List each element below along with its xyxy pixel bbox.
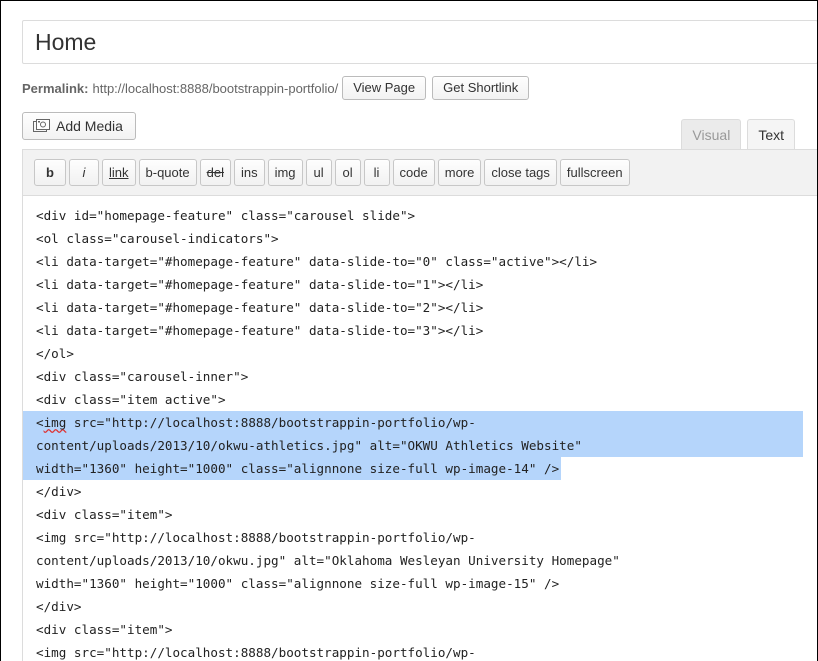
- qt-link-button[interactable]: link: [102, 159, 136, 186]
- content-textarea[interactable]: <div id="homepage-feature" class="carous…: [23, 196, 817, 661]
- code-line: <div class="item">: [36, 622, 173, 637]
- permalink-url[interactable]: http://localhost:8888/bootstrappin-portf…: [92, 81, 338, 96]
- code-line: <li data-target="#homepage-feature" data…: [36, 254, 598, 269]
- add-media-label: Add Media: [56, 118, 123, 134]
- code-line: <div class="carousel-inner">: [36, 369, 249, 384]
- media-camera-icon: [33, 115, 50, 132]
- code-line: <div id="homepage-feature" class="carous…: [36, 208, 416, 223]
- code-line-selected: content/uploads/2013/10/okwu-athletics.j…: [23, 434, 803, 457]
- code-line: <li data-target="#homepage-feature" data…: [36, 323, 484, 338]
- code-line: </ol>: [36, 346, 74, 361]
- permalink-label: Permalink:: [22, 80, 89, 96]
- qt-ol-button[interactable]: ol: [334, 159, 361, 186]
- qt-img-button[interactable]: img: [267, 159, 303, 186]
- tab-visual[interactable]: Visual: [681, 119, 742, 150]
- code-line: <img src="http://localhost:8888/bootstra…: [36, 530, 476, 545]
- qt-more-button[interactable]: more: [437, 159, 482, 186]
- code-line: <li data-target="#homepage-feature" data…: [36, 300, 484, 315]
- qt-bold-button[interactable]: b: [34, 159, 66, 186]
- qt-ul-button[interactable]: ul: [305, 159, 332, 186]
- code-line: </div>: [36, 599, 82, 614]
- code-line: <ol class="carousel-indicators">: [36, 231, 279, 246]
- editor-window: Home Permalink: http://localhost:8888/bo…: [0, 0, 818, 661]
- code-line-selected: width="1360" height="1000" class="alignn…: [23, 457, 562, 480]
- code-line: <li data-target="#homepage-feature" data…: [36, 277, 484, 292]
- code-line-selected: <img src="http://localhost:8888/bootstra…: [23, 411, 803, 434]
- code-line: </div>: [36, 484, 82, 499]
- spellcheck-error: img: [43, 415, 67, 430]
- code-line: <div class="item">: [36, 507, 173, 522]
- qt-blockquote-button[interactable]: b-quote: [138, 159, 197, 186]
- qt-code-button[interactable]: code: [392, 159, 435, 186]
- code-line: content/uploads/2013/10/okwu.jpg" alt="O…: [36, 553, 620, 568]
- qt-del-button[interactable]: del: [199, 159, 231, 186]
- tab-text[interactable]: Text: [747, 119, 795, 151]
- text-editor: b i link b-quote del ins img ul ol li co…: [22, 149, 817, 661]
- permalink-row: Permalink: http://localhost:8888/bootstr…: [22, 75, 535, 101]
- view-page-button[interactable]: View Page: [342, 76, 427, 100]
- add-media-button[interactable]: Add Media: [22, 112, 136, 140]
- get-shortlink-button[interactable]: Get Shortlink: [432, 76, 530, 100]
- quicktags-toolbar: b i link b-quote del ins img ul ol li co…: [23, 150, 817, 196]
- qt-fullscreen-button[interactable]: fullscreen: [559, 159, 630, 186]
- editor-tabs: Visual Text: [675, 119, 795, 151]
- qt-ins-button[interactable]: ins: [233, 159, 265, 186]
- qt-close-tags-button[interactable]: close tags: [484, 159, 557, 186]
- qt-italic-button[interactable]: i: [69, 159, 99, 186]
- post-title-input[interactable]: Home: [22, 20, 817, 64]
- code-line: <div class="item active">: [36, 392, 226, 407]
- code-line: <img src="http://localhost:8888/bootstra…: [36, 645, 476, 660]
- qt-li-button[interactable]: li: [363, 159, 390, 186]
- code-line: width="1360" height="1000" class="alignn…: [36, 576, 560, 591]
- code-line-selected-wrap: width="1360" height="1000" class="alignn…: [23, 457, 817, 480]
